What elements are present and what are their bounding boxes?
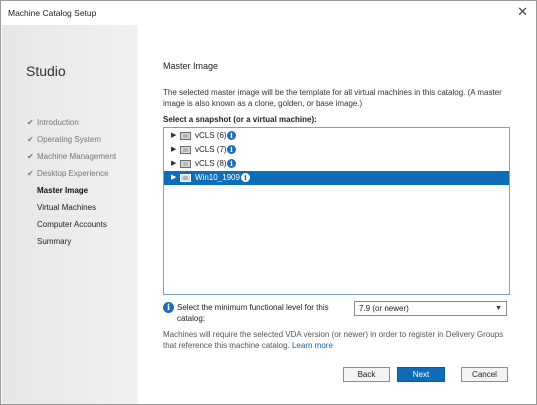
tree-item-label: vCLS (6): [195, 131, 227, 140]
tree-item-label: Win10_1909: [195, 173, 240, 182]
tree-item-vcls-8[interactable]: ▶ vCLS (8) i: [164, 157, 509, 171]
info-icon[interactable]: i: [241, 173, 250, 182]
expand-arrow-icon[interactable]: ▶: [171, 157, 176, 171]
functional-level: i Select the minimum functional level fo…: [163, 301, 513, 325]
page-title: Master Image: [163, 61, 219, 71]
check-icon: ✔: [27, 118, 34, 127]
vda-note: Machines will require the selected VDA v…: [163, 329, 515, 351]
step-label: Machine Management: [37, 152, 117, 161]
tree-item-vcls-7[interactable]: ▶ vCLS (7) i: [164, 143, 509, 157]
step-machine-management: ✔ Machine Management: [27, 148, 116, 165]
vm-icon: [180, 132, 191, 140]
functional-level-label: Select the minimum functional level for …: [177, 303, 329, 323]
step-desktop-experience: ✔ Desktop Experience: [27, 165, 116, 182]
check-icon: ✔: [27, 135, 34, 144]
vm-icon: [180, 146, 191, 154]
expand-arrow-icon[interactable]: ▶: [171, 171, 176, 185]
vda-note-text: Machines will require the selected VDA v…: [163, 330, 504, 350]
step-label: Computer Accounts: [37, 220, 107, 229]
tree-item-label: vCLS (8): [195, 159, 227, 168]
step-computer-accounts: Computer Accounts: [27, 216, 116, 233]
app-name: Studio: [26, 63, 66, 79]
step-label: Desktop Experience: [37, 169, 109, 178]
next-button[interactable]: Next: [397, 367, 445, 382]
info-icon[interactable]: i: [227, 131, 236, 140]
chevron-down-icon: ▼: [495, 305, 502, 312]
snapshot-tree[interactable]: ▶ vCLS (6) i ▶ vCLS (7) i ▶ vCLS (8) i ▶…: [163, 127, 510, 295]
step-label: Operating System: [37, 135, 102, 144]
expand-arrow-icon[interactable]: ▶: [171, 129, 176, 143]
check-icon: ✔: [27, 152, 34, 161]
expand-arrow-icon[interactable]: ▶: [171, 143, 176, 157]
wizard-steps: ✔ Introduction ✔ Operating System ✔ Machine…: [27, 114, 116, 250]
step-summary: Summary: [27, 233, 116, 250]
close-icon[interactable]: ✕: [517, 5, 528, 19]
vm-icon: [180, 174, 191, 182]
info-icon: i: [163, 302, 174, 313]
step-label: Master Image: [37, 186, 89, 195]
window-title: Machine Catalog Setup: [8, 8, 97, 18]
tree-item-label: vCLS (7): [195, 145, 227, 154]
page-description: The selected master image will be the te…: [163, 88, 502, 108]
cancel-button[interactable]: Cancel: [461, 367, 508, 382]
step-label: Virtual Machines: [37, 203, 96, 212]
learn-more-link[interactable]: Learn more: [292, 341, 333, 350]
step-master-image: Master Image: [27, 182, 116, 199]
functional-level-select[interactable]: 7.9 (or newer) ▼: [354, 301, 507, 316]
info-icon[interactable]: i: [227, 159, 236, 168]
step-label: Summary: [37, 237, 72, 246]
step-operating-system: ✔ Operating System: [27, 131, 116, 148]
step-label: Introduction: [37, 118, 79, 127]
tree-item-vcls-6[interactable]: ▶ vCLS (6) i: [164, 129, 509, 143]
step-virtual-machines: Virtual Machines: [27, 199, 116, 216]
step-introduction: ✔ Introduction: [27, 114, 116, 131]
check-icon: ✔: [27, 169, 34, 178]
functional-level-value: 7.9 (or newer): [359, 304, 409, 313]
wizard-sidebar: Studio ✔ Introduction ✔ Operating System ✔…: [2, 25, 138, 404]
info-icon[interactable]: i: [227, 145, 236, 154]
vm-icon: [180, 160, 191, 168]
snapshot-label: Select a snapshot (or a virtual machine)…: [163, 115, 317, 124]
back-button[interactable]: Back: [343, 367, 390, 382]
tree-item-win10-1909[interactable]: ▶ Win10_1909 i: [164, 171, 509, 185]
machine-catalog-setup-window: Machine Catalog Setup ✕ Studio ✔ Introduc…: [0, 0, 537, 405]
title-bar: Machine Catalog Setup ✕: [1, 1, 536, 25]
